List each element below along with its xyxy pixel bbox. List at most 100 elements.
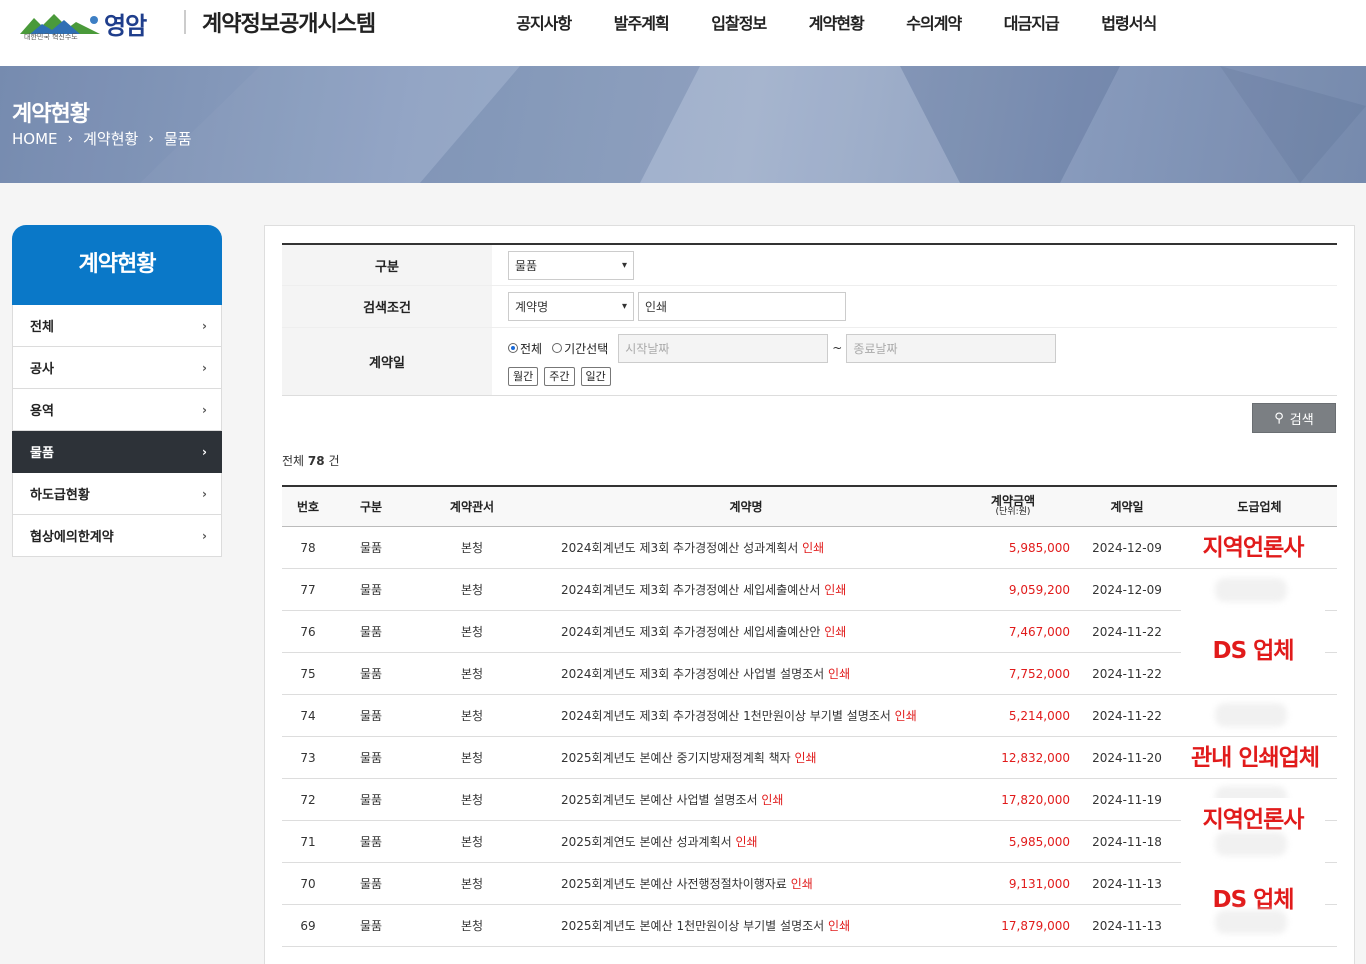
nav-item-private-contract[interactable]: 수의계약	[885, 10, 983, 34]
cell-date: 2024-11-18	[1092, 834, 1162, 849]
condition-select[interactable]: 계약명 ▾	[508, 292, 634, 321]
chevron-right-icon: ›	[202, 360, 207, 375]
cell-office: 본청	[460, 667, 484, 681]
nav-item-notice[interactable]: 공지사항	[495, 10, 593, 34]
breadcrumb: HOME › 계약현황 › 물품	[12, 128, 192, 149]
nav-item-order-plan[interactable]: 발주계획	[593, 10, 691, 34]
day-button[interactable]: 일간	[580, 366, 611, 386]
cell-date: 2024-12-09	[1092, 582, 1162, 597]
breadcrumb-home[interactable]: HOME	[12, 130, 58, 148]
contract-name: 2025회계연도 본예산 성과계획서	[561, 835, 732, 849]
cell-name[interactable]: 2024회계년도 제3회 추가경정예산 1천만원이상 부기별 설명조서 인쇄	[536, 707, 956, 724]
col-amount-unit: (단위:원)	[995, 507, 1031, 518]
sidebar-item-label: 용역	[30, 404, 54, 419]
breadcrumb-chevron-icon: ›	[67, 130, 74, 147]
sidebar-item-label: 하도급현황	[30, 488, 90, 503]
cell-type: 물품	[359, 541, 383, 555]
sidebar-item-label: 협상에의한계약	[30, 530, 114, 545]
cell-date: 2024-12-09	[1092, 540, 1162, 555]
breadcrumb-current[interactable]: 물품	[164, 128, 192, 149]
contract-name: 2025회계년도 본예산 사전행정절차이행자료	[561, 877, 787, 891]
table-row[interactable]: 76 물품 본청 2024회계년도 제3회 추가경정예산 세입세출예산안 인쇄 7,46…	[282, 611, 1337, 653]
search-button-label: 검색	[1289, 412, 1314, 428]
cell-office: 본청	[460, 835, 484, 849]
radio-period-label: 기간선택	[564, 341, 609, 356]
sidebar-item-all[interactable]: 전체 ›	[12, 305, 222, 347]
date-label: 계약일	[282, 328, 492, 395]
vendor-annotation: 지역언론사	[1181, 530, 1325, 566]
cell-amount: 9,131,000	[1008, 876, 1070, 891]
sidebar-item-service[interactable]: 용역 ›	[12, 389, 222, 431]
cell-name[interactable]: 2024회계년도 제3회 추가경정예산 성과계획서 인쇄	[536, 539, 956, 556]
table-header: 번호 구분 계약관서 계약명 계약금액 (단위:원) 계약일 도급업체	[282, 487, 1337, 527]
table-row[interactable]: 70 물품 본청 2025회계년도 본예산 사전행정절차이행자료 인쇄 9,131,00…	[282, 863, 1337, 905]
search-row-type: 구분 물품 ▾	[282, 245, 1337, 286]
keyword-highlight: 인쇄	[828, 919, 851, 933]
breadcrumb-section[interactable]: 계약현황	[83, 128, 138, 149]
search-button[interactable]: ⚲ 검색	[1252, 403, 1336, 433]
cell-no: 74	[300, 708, 316, 723]
cell-office: 본청	[460, 793, 484, 807]
type-select[interactable]: 물품 ▾	[508, 250, 634, 280]
sidebar-item-construction[interactable]: 공사 ›	[12, 347, 222, 389]
end-date-input[interactable]: 종료날짜	[846, 333, 1057, 363]
contract-name: 2024회계년도 제3회 추가경정예산 사업별 설명조서	[561, 667, 825, 681]
table-row[interactable]: 69 물품 본청 2025회계년도 본예산 1천만원이상 부기별 설명조서 인쇄 17,…	[282, 905, 1337, 947]
table-row[interactable]: 78 물품 본청 2024회계년도 제3회 추가경정예산 성과계획서 인쇄 5,985,…	[282, 527, 1337, 569]
main-nav: 공지사항 발주계획 입찰정보 계약현황 수의계약 대금지급 법령서식	[495, 10, 1178, 34]
nav-item-laws-forms[interactable]: 법령서식	[1080, 10, 1178, 34]
banner-background	[0, 66, 1366, 183]
cell-name[interactable]: 2025회계년도 본예산 사업별 설명조서 인쇄	[536, 791, 956, 808]
sidebar-item-label: 공사	[30, 362, 54, 377]
sidebar-item-goods[interactable]: 물품 ›	[12, 431, 222, 473]
radio-period[interactable]: 기간선택	[552, 340, 608, 357]
cell-date: 2024-11-22	[1092, 624, 1162, 639]
keyword-highlight: 인쇄	[802, 541, 825, 555]
table-row[interactable]: 77 물품 본청 2024회계년도 제3회 추가경정예산 세입세출예산서 인쇄 9,05…	[282, 569, 1337, 611]
table-row[interactable]: 71 물품 본청 2025회계연도 본예산 성과계획서 인쇄 5,985,000 2024…	[282, 821, 1337, 863]
content-panel: 구분 물품 ▾ 검색조건 계약명 ▾ 인쇄 계약일 전체 기간선택 시작날짜 ~…	[264, 225, 1355, 964]
cell-name[interactable]: 2025회계년도 본예산 중기지방재정계획 책자 인쇄	[536, 749, 956, 766]
cell-name[interactable]: 2025회계년도 본예산 1천만원이상 부기별 설명조서 인쇄	[536, 917, 956, 934]
chevron-right-icon: ›	[202, 318, 207, 333]
keyword-input[interactable]: 인쇄	[638, 292, 846, 321]
cell-type: 물품	[359, 709, 383, 723]
cell-amount: 7,752,000	[1008, 666, 1070, 681]
nav-item-contract-status[interactable]: 계약현황	[788, 10, 886, 34]
cell-name[interactable]: 2024회계년도 제3회 추가경정예산 세입세출예산서 인쇄	[536, 581, 956, 598]
sidebar-title: 계약현황	[12, 225, 222, 305]
cell-name[interactable]: 2025회계연도 본예산 성과계획서 인쇄	[536, 833, 956, 850]
cell-office: 본청	[460, 583, 484, 597]
table-row[interactable]: 73 물품 본청 2025회계년도 본예산 중기지방재정계획 책자 인쇄 12,832,…	[282, 737, 1337, 779]
sidebar-item-label: 전체	[30, 320, 54, 335]
cell-amount: 7,467,000	[1008, 624, 1070, 639]
month-button[interactable]: 월간	[508, 366, 539, 386]
site-logo[interactable]: 영암 대한민국 혁신수도	[20, 6, 147, 41]
nav-item-payment[interactable]: 대금지급	[983, 10, 1081, 34]
keyword-highlight: 인쇄	[824, 583, 847, 597]
nav-item-bid-info[interactable]: 입찰정보	[690, 10, 788, 34]
week-button[interactable]: 주간	[544, 366, 575, 386]
page-banner: 계약현황 HOME › 계약현황 › 물품	[0, 66, 1366, 183]
cell-no: 72	[300, 792, 316, 807]
sidebar-item-negotiated[interactable]: 협상에의한계약 ›	[12, 515, 222, 557]
table-row[interactable]: 72 물품 본청 2025회계년도 본예산 사업별 설명조서 인쇄 17,820,000…	[282, 779, 1337, 821]
cell-name[interactable]: 2024회계년도 제3회 추가경정예산 사업별 설명조서 인쇄	[536, 665, 956, 682]
keyword-highlight: 인쇄	[828, 667, 851, 681]
cell-name[interactable]: 2024회계년도 제3회 추가경정예산 세입세출예산안 인쇄	[536, 623, 956, 640]
cell-amount: 17,879,000	[1001, 918, 1070, 933]
cell-name[interactable]: 2025회계년도 본예산 사전행정절차이행자료 인쇄	[536, 875, 956, 892]
cell-no: 71	[300, 834, 316, 849]
type-select-value: 물품	[515, 258, 538, 273]
col-date: 계약일	[1110, 500, 1144, 514]
start-date-input[interactable]: 시작날짜	[618, 333, 829, 363]
radio-all[interactable]: 전체	[508, 340, 542, 357]
contract-name: 2025회계년도 본예산 중기지방재정계획 책자	[561, 751, 791, 765]
table-row[interactable]: 75 물품 본청 2024회계년도 제3회 추가경정예산 사업별 설명조서 인쇄 7,7…	[282, 653, 1337, 695]
search-icon: ⚲	[1274, 410, 1284, 426]
cell-no: 78	[300, 540, 316, 555]
keyword-highlight: 인쇄	[794, 751, 817, 765]
sidebar-item-subcontract[interactable]: 하도급현황 ›	[12, 473, 222, 515]
table-row[interactable]: 74 물품 본청 2024회계년도 제3회 추가경정예산 1천만원이상 부기별 설명조…	[282, 695, 1337, 737]
cell-type: 물품	[359, 625, 383, 639]
